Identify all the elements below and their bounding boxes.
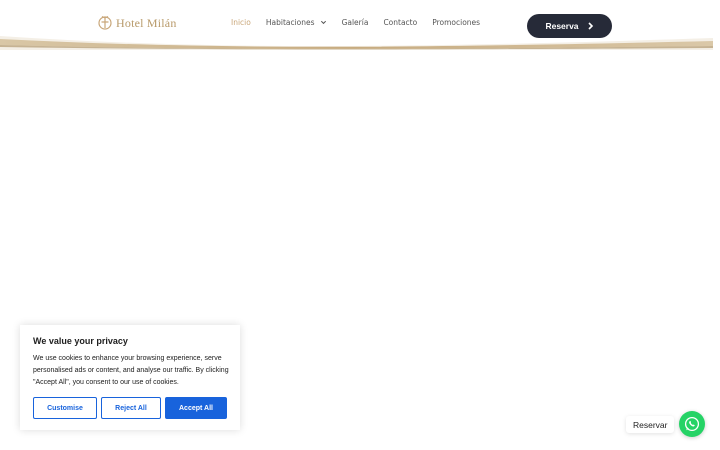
whatsapp-button[interactable] bbox=[679, 411, 705, 437]
reserva-button[interactable]: Reserva bbox=[527, 14, 612, 38]
main-nav: Inicio Habitaciones Galería Contacto Pro… bbox=[231, 18, 495, 27]
reserva-button-label: Reserva bbox=[545, 21, 579, 31]
chevron-down-icon bbox=[320, 20, 326, 25]
hotel-crest-icon bbox=[98, 16, 112, 30]
customise-button[interactable]: Customise bbox=[33, 397, 97, 419]
nav-item-habitaciones[interactable]: Habitaciones bbox=[266, 18, 327, 27]
whatsapp-icon bbox=[684, 416, 700, 432]
nav-item-contacto[interactable]: Contacto bbox=[383, 18, 417, 27]
cookie-button-row: Customise Reject All Accept All bbox=[33, 397, 227, 419]
nav-item-inicio[interactable]: Inicio bbox=[231, 18, 251, 27]
chevron-right-icon bbox=[587, 22, 593, 30]
nav-item-galeria[interactable]: Galería bbox=[342, 18, 369, 27]
reject-all-button[interactable]: Reject All bbox=[101, 397, 161, 419]
site-header: Hotel Milán Inicio Habitaciones Galería … bbox=[0, 0, 720, 50]
whatsapp-label[interactable]: Reservar bbox=[626, 416, 675, 433]
accept-all-button[interactable]: Accept All bbox=[165, 397, 227, 419]
nav-item-habitaciones-label: Habitaciones bbox=[265, 18, 315, 27]
logo[interactable]: Hotel Milán bbox=[98, 15, 177, 31]
cookie-banner-text: We use cookies to enhance your browsing … bbox=[33, 355, 229, 386]
cookie-consent-banner: We value your privacy We use cookies to … bbox=[20, 325, 240, 430]
nav-item-promociones[interactable]: Promociones bbox=[432, 18, 480, 27]
cookie-banner-title: We value your privacy bbox=[33, 336, 128, 346]
logo-text: Hotel Milán bbox=[116, 15, 177, 30]
